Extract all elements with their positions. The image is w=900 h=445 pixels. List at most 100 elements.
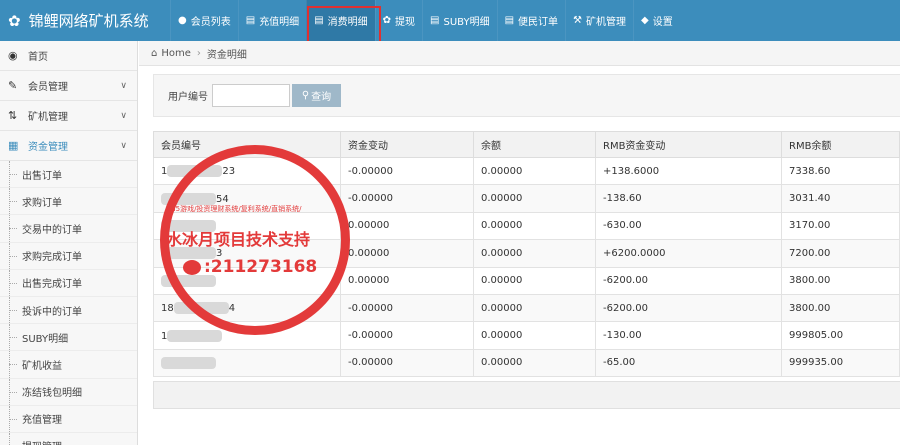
nav-label: 便民订单 [518, 17, 559, 28]
sidebar-subitem[interactable]: 出售完成订单 [0, 269, 137, 297]
brand[interactable]: ✿ 锦鲤网络矿机系统 [0, 0, 170, 41]
cell-balance: 0.00000 [473, 211, 596, 241]
leaf-icon: ✿ [382, 15, 392, 26]
watermark-text-big: 水冰月项目技术支持 [166, 230, 311, 249]
col-fund-change: 资金变动 [340, 131, 474, 158]
user-id-input[interactable] [212, 84, 290, 107]
table-row: -0.00000 0.00000 -65.00 999935.00 [153, 348, 900, 378]
cell-rmb-balance: 3800.00 [781, 293, 900, 323]
breadcrumb-home[interactable]: Home [161, 48, 191, 59]
edit-icon: ✎ [8, 79, 18, 92]
redacted-blur [167, 329, 223, 342]
cell-balance: 0.00000 [473, 266, 596, 295]
wechat-icon [183, 259, 201, 275]
nav-label: 充值明细 [259, 17, 300, 28]
sidebar-item-label: 首页 [28, 52, 48, 63]
search-button[interactable]: ⚲ 查询 [292, 84, 341, 107]
cell-fund-change: -0.00000 [340, 293, 474, 323]
cell-balance: 0.00000 [473, 239, 596, 268]
sidebar-subitem[interactable]: 求购完成订单 [0, 242, 137, 270]
sidebar-item-members[interactable]: ✎ 会员管理 ∨ [0, 71, 137, 101]
sidebar-subitem[interactable]: 出售订单 [0, 161, 137, 189]
nav-member-list[interactable]: ● 会员列表 [170, 0, 238, 41]
sidebar-subitem[interactable]: SUBY明细 [0, 324, 137, 352]
cell-rmb-change: +6200.0000 [595, 239, 782, 268]
sidebar-item-label: 矿机管理 [28, 112, 68, 123]
cell-rmb-change: +138.6000 [595, 156, 782, 186]
cell-fund-change: 0.00000 [340, 266, 474, 295]
col-balance: 余额 [473, 131, 596, 158]
sidebar-subitem[interactable]: 投诉中的订单 [0, 296, 137, 325]
leaf-icon: ✿ [8, 11, 21, 30]
cell-member-id [153, 348, 341, 378]
cell-rmb-change: -630.00 [595, 211, 782, 241]
cell-balance: 0.00000 [473, 156, 596, 186]
top-navbar: ✿ 锦鲤网络矿机系统 ● 会员列表 ▤ 充值明细 ▤ 消费明细 ✿ 提现 ▤ SUBY明细… [0, 0, 900, 41]
table-footer [153, 381, 900, 409]
chevron-down-icon: ∨ [120, 80, 127, 91]
watermark-contact: :211273168 [183, 257, 317, 277]
search-button-label: 查询 [311, 92, 332, 103]
cell-rmb-change: -6200.00 [595, 266, 782, 295]
cell-balance: 0.00000 [473, 184, 596, 213]
nav-settings[interactable]: ◆ 设置 [633, 0, 680, 41]
calendar-icon: ▦ [8, 139, 19, 152]
dashboard-icon: ◉ [8, 49, 18, 62]
sidebar-item-label: 资金管理 [28, 142, 68, 153]
cell-rmb-balance: 3170.00 [781, 211, 900, 241]
sidebar-item-miners[interactable]: ⇅ 矿机管理 ∨ [0, 101, 137, 131]
sidebar-subitem[interactable]: 充值管理 [0, 405, 137, 433]
nav-recharge-detail[interactable]: ▤ 充值明细 [237, 0, 306, 41]
cell-fund-change: -0.00000 [340, 321, 474, 350]
search-panel: 用户编号 ⚲ 查询 [153, 74, 900, 117]
sidebar: ◉ 首页 ✎ 会员管理 ∨ ⇅ 矿机管理 ∨ ▦ 资金管理 ∨ 出售订单 求购订单 交易中的订… [0, 41, 138, 445]
sidebar-subitem[interactable]: 求购订单 [0, 188, 137, 216]
cell-rmb-change: -6200.00 [595, 293, 782, 323]
nav-label: 设置 [652, 17, 673, 28]
col-rmb-balance: RMB余额 [781, 131, 900, 158]
nav-convenience-orders[interactable]: ▤ 便民订单 [496, 0, 565, 41]
watermark-contact-number: :211273168 [204, 257, 318, 277]
cell-rmb-change: -65.00 [595, 348, 782, 378]
cell-fund-change: -0.00000 [340, 348, 474, 378]
sidebar-item-funds[interactable]: ▦ 资金管理 ∨ [0, 131, 137, 161]
user-id-label: 用户编号 [168, 92, 208, 103]
cell-rmb-balance: 999935.00 [781, 348, 900, 378]
watermark-text-small: /H5游戏/投资理财系统/复利系统/直销系统/ [168, 205, 302, 213]
cell-rmb-balance: 999805.00 [781, 321, 900, 350]
cell-fund-change: -0.00000 [340, 156, 474, 186]
cell-balance: 0.00000 [473, 348, 596, 378]
redacted-blur [161, 356, 216, 369]
sidebar-item-label: 会员管理 [28, 82, 68, 93]
nav-label: SUBY明细 [443, 17, 490, 28]
breadcrumb-separator: › [196, 47, 201, 59]
breadcrumb-current: 资金明细 [206, 49, 247, 61]
wrench-icon: ⚒ [573, 15, 582, 26]
nav-label: 矿机管理 [586, 17, 626, 28]
cell-fund-change: -0.00000 [340, 184, 474, 213]
breadcrumb: ⌂ Home › 资金明细 [139, 41, 900, 66]
tag-icon: ◆ [641, 15, 649, 26]
sidebar-subitem[interactable]: 矿机收益 [0, 351, 137, 379]
cell-rmb-change: -138.60 [595, 184, 782, 213]
cell-fund-change: 0.00000 [340, 211, 474, 241]
sidebar-item-home[interactable]: ◉ 首页 [0, 41, 137, 71]
list-icon: ▤ [504, 15, 515, 26]
brand-title: 锦鲤网络矿机系统 [28, 12, 149, 30]
cell-balance: 0.00000 [473, 321, 596, 350]
nav-miner-management[interactable]: ⚒ 矿机管理 [565, 0, 633, 41]
nav-label: 提现 [395, 17, 416, 28]
col-rmb-change: RMB资金变动 [595, 131, 782, 158]
cell-rmb-balance: 3800.00 [781, 266, 900, 295]
cell-fund-change: 0.00000 [340, 239, 474, 268]
sidebar-subitem[interactable]: 提现管理 [0, 432, 137, 445]
cell-rmb-change: -130.00 [595, 321, 782, 350]
user-icon: ● [178, 15, 187, 26]
nav-withdraw[interactable]: ✿ 提现 [374, 0, 422, 41]
nav-suby-detail[interactable]: ▤ SUBY明细 [422, 0, 497, 41]
sidebar-subitem[interactable]: 交易中的订单 [0, 215, 137, 243]
member-id-prefix: 18 [161, 303, 174, 315]
list-icon: ▤ [430, 15, 440, 26]
sidebar-subitem[interactable]: 冻结钱包明细 [0, 378, 137, 406]
cell-rmb-balance: 7200.00 [781, 239, 900, 268]
